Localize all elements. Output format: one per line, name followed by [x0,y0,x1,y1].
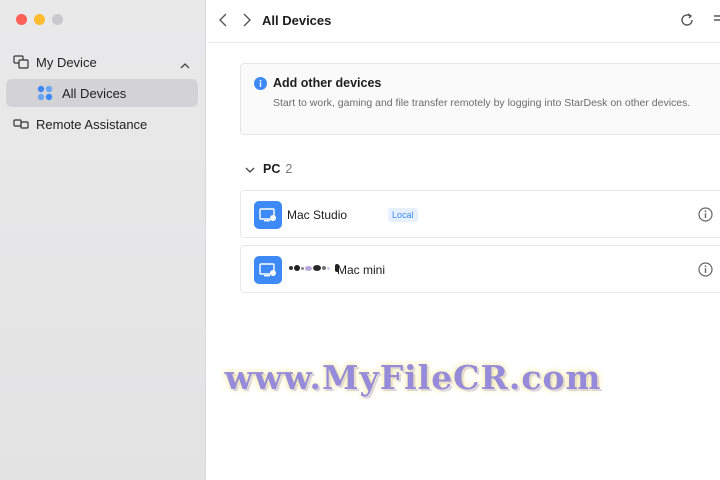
window-controls [16,14,63,25]
close-window-button[interactable] [16,14,27,25]
info-outline-icon[interactable] [698,207,713,227]
minimize-window-button[interactable] [34,14,45,25]
device-name: Mac Studio [287,208,348,222]
sidebar: My Device All Devices Remote Assistance [0,0,206,480]
section-count: 2 [285,162,293,176]
add-devices-description: Start to work, gaming and file transfer … [273,97,691,109]
sidebar-group-label: My Device [36,54,97,70]
page-title: All Devices [262,13,332,28]
more-icon[interactable] [712,12,720,33]
device-row-mac-mini[interactable]: Mac mini [240,245,720,293]
info-outline-icon[interactable] [698,262,713,282]
sidebar-item-label: All Devices [62,85,127,101]
local-badge: Local [388,208,418,222]
chevron-up-icon[interactable] [180,57,190,72]
devices-icon [12,53,30,71]
section-header-pc[interactable]: PC 2 [245,162,292,176]
chevron-down-icon[interactable] [245,162,255,176]
monitor-icon [254,201,282,229]
zoom-window-button[interactable] [52,14,63,25]
refresh-icon[interactable] [679,12,695,33]
back-chevron-icon[interactable] [219,13,227,32]
add-devices-card: Add other devices Start to work, gaming … [240,63,720,135]
emoji-glyphs [289,264,339,272]
forward-chevron-icon[interactable] [243,13,251,32]
remote-link-icon [12,115,30,133]
add-devices-title: Add other devices [273,76,382,90]
sidebar-nav: My Device All Devices Remote Assistance [6,48,198,138]
device-name: Mac mini [337,263,386,277]
main-content: All Devices Add other devices Start to w… [207,0,720,480]
grid-dots-icon [36,84,54,102]
device-row-mac-studio[interactable]: Mac Studio Local [240,190,720,238]
sidebar-group-my-device[interactable]: My Device [6,48,198,76]
toolbar: All Devices [207,0,720,43]
monitor-icon [254,256,282,284]
section-label: PC [263,162,281,176]
sidebar-item-label: Remote Assistance [36,116,148,132]
sidebar-item-all-devices[interactable]: All Devices [6,79,198,107]
info-filled-icon [254,77,267,95]
sidebar-item-remote-assistance[interactable]: Remote Assistance [6,110,198,138]
watermark-text: www.MyFileCR.com [224,358,602,397]
